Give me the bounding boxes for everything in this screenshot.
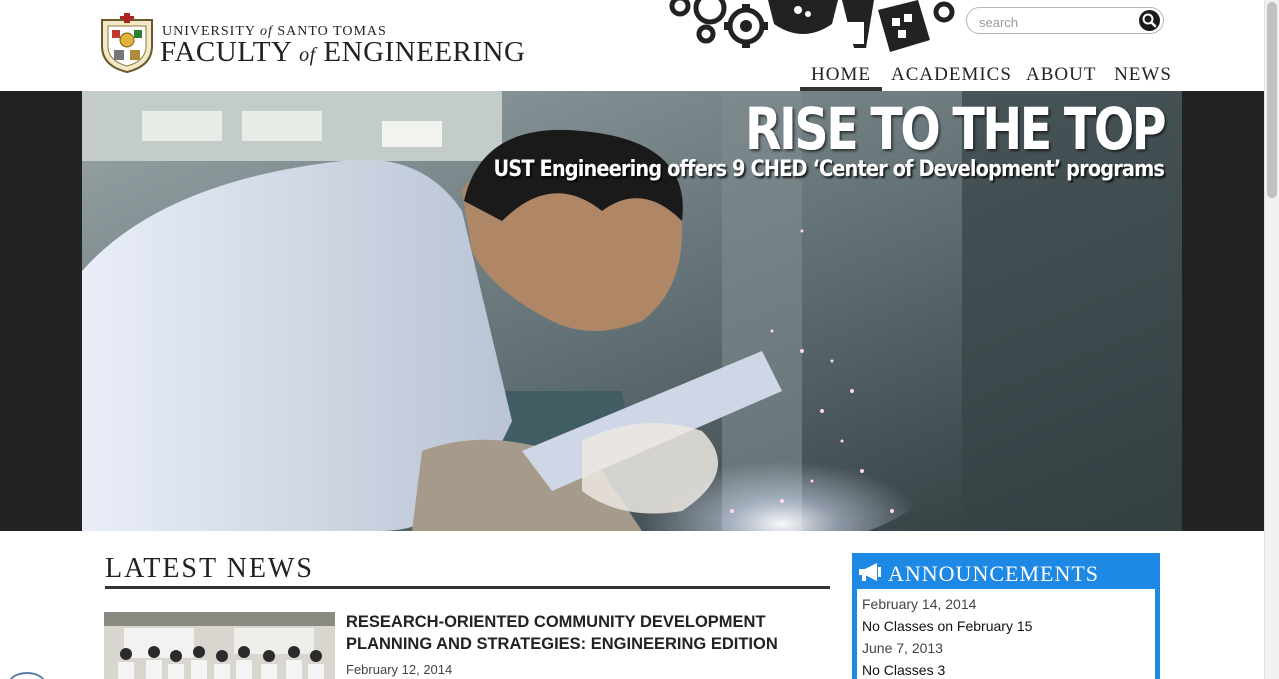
scrollbar-thumb[interactable] bbox=[1267, 2, 1277, 198]
page: UNIVERSITY of SANTO TOMAS FACULTY of ENG… bbox=[0, 0, 1264, 679]
megaphone-icon bbox=[857, 561, 883, 588]
announcement-date: June 7, 2013 bbox=[862, 640, 943, 656]
search-box bbox=[966, 7, 1164, 34]
gears-decoration-icon bbox=[668, 0, 958, 58]
news-item-title[interactable]: RESEARCH-ORIENTED COMMUNITY DEVELOPMENT … bbox=[346, 611, 816, 655]
hero-slide[interactable]: RISE TO THE TOP UST Engineering offers 9… bbox=[82, 91, 1182, 531]
vertical-scrollbar[interactable] bbox=[1264, 0, 1279, 679]
announcement-date: February 14, 2014 bbox=[862, 596, 977, 612]
announcement-link[interactable]: No Classes 3 bbox=[862, 662, 945, 678]
announcement-link[interactable]: No Classes on February 15 bbox=[862, 618, 1032, 634]
group-photo-image bbox=[104, 612, 335, 679]
search-input[interactable] bbox=[977, 12, 1131, 32]
nav-academics[interactable]: ACADEMICS bbox=[891, 62, 1011, 91]
hero-title: RISE TO THE TOP bbox=[744, 95, 1167, 163]
news-item-date: February 12, 2014 bbox=[346, 662, 453, 677]
latest-news-heading: LATEST NEWS bbox=[105, 553, 314, 584]
divider bbox=[105, 586, 830, 589]
nav-news[interactable]: NEWS bbox=[1114, 62, 1172, 91]
site-header: UNIVERSITY of SANTO TOMAS FACULTY of ENG… bbox=[0, 0, 1264, 91]
announcements-heading: ANNOUNCEMENTS bbox=[888, 561, 1099, 586]
floating-badge-icon[interactable] bbox=[8, 672, 46, 679]
news-thumbnail[interactable] bbox=[104, 612, 335, 679]
search-button[interactable] bbox=[1139, 10, 1160, 31]
university-seal-logo[interactable] bbox=[98, 12, 156, 74]
nav-about[interactable]: ABOUT bbox=[1026, 62, 1096, 91]
search-icon bbox=[1142, 13, 1157, 28]
announcements-header: ANNOUNCEMENTS bbox=[852, 553, 1160, 589]
faculty-name: FACULTY of ENGINEERING bbox=[160, 36, 526, 68]
hero-subtitle: UST Engineering offers 9 CHED ‘Center of… bbox=[493, 157, 1164, 182]
announcements-panel: ANNOUNCEMENTS February 14, 2014 No Class… bbox=[852, 553, 1160, 679]
announcements-list: February 14, 2014 No Classes on February… bbox=[857, 589, 1155, 679]
nav-home[interactable]: HOME bbox=[800, 62, 882, 91]
